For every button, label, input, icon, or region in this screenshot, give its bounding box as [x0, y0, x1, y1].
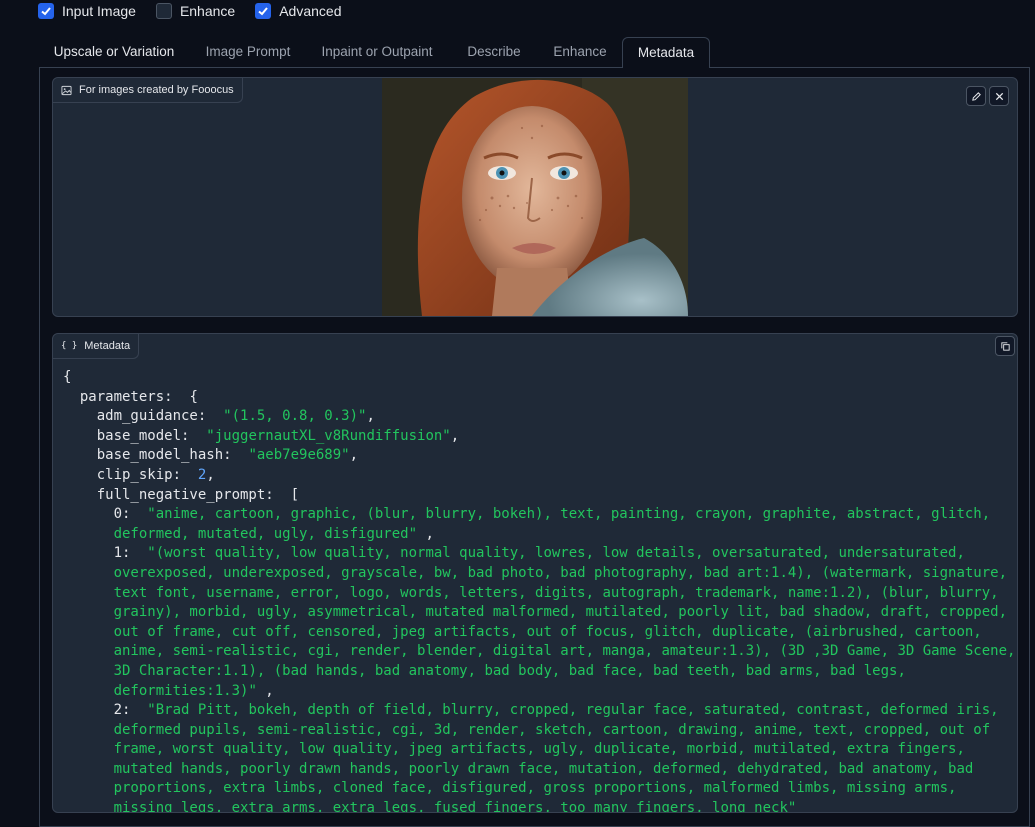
json-line: overexposed, underexposed, grayscale, bw…	[113, 564, 1008, 581]
json-line: full_negative_prompt: [	[96, 486, 300, 503]
copy-json-button[interactable]	[995, 336, 1015, 356]
tab-upscale-or-variation[interactable]: Upscale or Variation	[39, 37, 189, 67]
json-line: anime, semi-realistic, cgi, render, blen…	[113, 643, 1016, 660]
json-line: {	[63, 369, 72, 385]
options-checkbox-row: Input Image Enhance Advanced	[38, 0, 362, 22]
json-line: grainy), morbid, ugly, asymmetrical, mut…	[113, 604, 1008, 621]
json-line: 0: "anime, cartoon, graphic, (blur, blur…	[113, 506, 991, 523]
json-line: 3D Character:1.1), (bad hands, bad anato…	[113, 662, 906, 679]
json-line: deformed, mutated, ugly, disfigured" ,	[113, 525, 434, 542]
tab-image-prompt[interactable]: Image Prompt	[191, 37, 305, 67]
metadata-json-panel: { } Metadata { parameters: { adm_guidanc…	[52, 333, 1018, 813]
checkbox-checked-icon[interactable]	[255, 3, 272, 19]
json-line: out of frame, cut off, censored, jpeg ar…	[113, 623, 982, 640]
json-line: base_model_hash: "aeb7e9e689",	[96, 447, 359, 464]
json-line: adm_guidance: "(1.5, 0.8, 0.3)",	[96, 408, 375, 425]
clear-image-button[interactable]	[989, 86, 1009, 106]
input-image-label: Input Image	[62, 3, 136, 19]
metadata-block-label: { } Metadata	[53, 334, 140, 359]
json-braces-icon: { }	[61, 341, 78, 351]
json-line: parameters: {	[79, 388, 198, 405]
json-line: missing legs, extra arms, extra legs, fu…	[113, 800, 797, 813]
tab-inpaint-or-outpaint[interactable]: Inpaint or Outpaint	[309, 37, 445, 67]
json-line: deformities:1.3)" ,	[113, 682, 274, 699]
image-block-label-text: For images created by Fooocus	[79, 84, 234, 96]
json-line: frame, worst quality, low quality, jpeg …	[113, 741, 965, 758]
checkbox-unchecked-icon[interactable]	[155, 3, 172, 19]
enhance-label: Enhance	[179, 3, 236, 19]
edit-image-button[interactable]	[966, 86, 986, 106]
tab-metadata[interactable]: Metadata	[622, 37, 710, 68]
json-line: base_model: "juggernautXL_v8Rundiffusion…	[96, 427, 460, 444]
json-line: text font, username, error, logo, words,…	[113, 584, 999, 601]
advanced-label: Advanced	[279, 3, 342, 19]
copy-icon	[1000, 341, 1010, 351]
json-line: 1: "(worst quality, low quality, normal …	[113, 545, 965, 562]
metadata-json-view: { parameters: { adm_guidance: "(1.5, 0.8…	[63, 368, 1016, 813]
input-image-checkbox[interactable]: Input Image	[38, 3, 136, 19]
image-block-label: For images created by Fooocus	[53, 78, 243, 103]
checkbox-checked-icon[interactable]	[38, 3, 54, 19]
image-icon	[61, 85, 72, 95]
json-line: proportions, extra limbs, cloned face, d…	[113, 780, 957, 797]
json-line: deformed pupils, semi-realistic, cgi, 3d…	[113, 721, 991, 738]
tab-enhance[interactable]: Enhance	[541, 37, 619, 67]
input-image-tabs: Upscale or Variation Image Prompt Inpain…	[39, 37, 1030, 68]
pencil-icon	[971, 91, 981, 101]
metadata-image-input[interactable]: For images created by Fooocus	[52, 77, 1018, 317]
json-line: mutated hands, poorly drawn hands, poorl…	[113, 760, 974, 777]
close-icon	[995, 92, 1003, 100]
json-line: 2: "Brad Pitt, bokeh, depth of field, bl…	[113, 702, 999, 719]
json-line: clip_skip: 2,	[96, 466, 215, 483]
uploaded-portrait-image	[382, 78, 688, 316]
tab-describe[interactable]: Describe	[454, 37, 534, 67]
advanced-checkbox[interactable]: Advanced	[255, 3, 342, 19]
metadata-block-label-text: Metadata	[84, 340, 131, 352]
enhance-checkbox[interactable]: Enhance	[155, 3, 236, 19]
